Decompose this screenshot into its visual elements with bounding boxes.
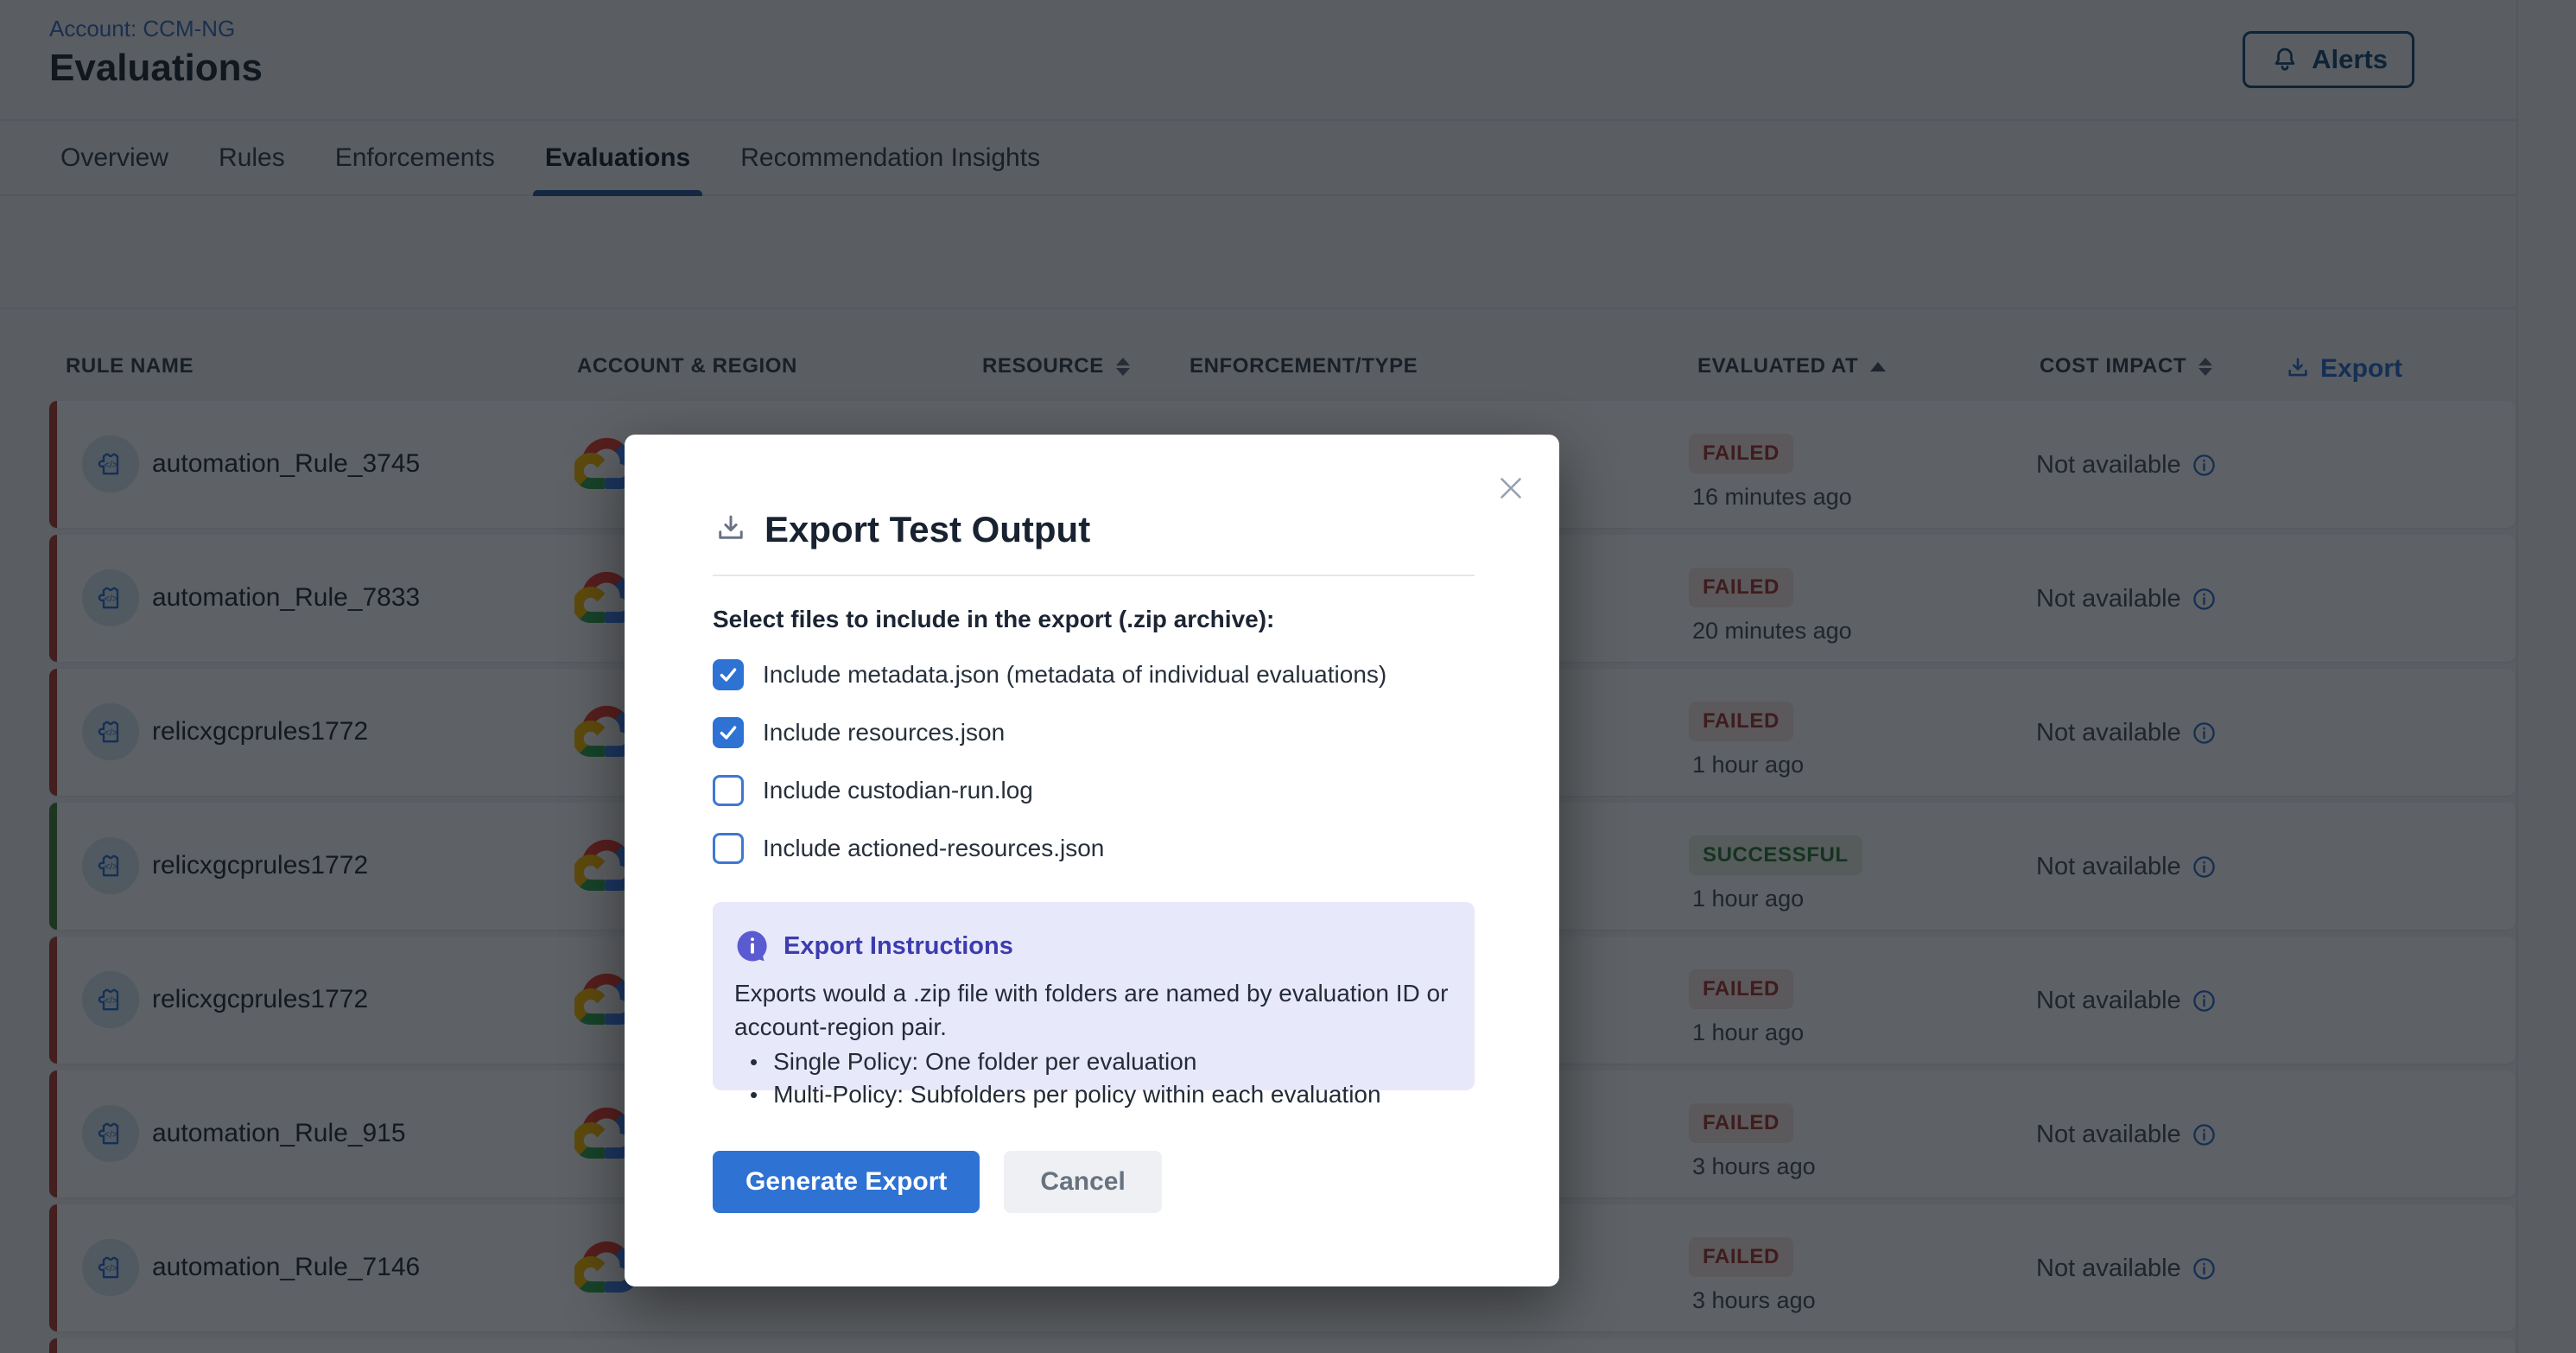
checkbox-checked-icon[interactable] xyxy=(713,659,744,690)
export-option-include-resources-json[interactable]: Include resources.json xyxy=(713,717,1475,748)
instruction-bullet: • Multi-Policy: Subfolders per policy wit… xyxy=(734,1078,1450,1111)
modal-actions: Generate Export Cancel xyxy=(713,1151,1475,1213)
export-option-label: Include metadata.json (metadata of indiv… xyxy=(763,661,1386,689)
export-instructions-bullets: • Single Policy: One folder per evaluatio… xyxy=(734,1045,1450,1111)
export-instructions-box: Export Instructions Exports would a .zip… xyxy=(713,902,1475,1090)
export-instructions-header: Export Instructions xyxy=(734,928,1450,964)
export-option-include-actioned-resources-json[interactable]: Include actioned-resources.json xyxy=(713,833,1475,864)
export-file-options: Include metadata.json (metadata of indiv… xyxy=(713,659,1475,864)
export-instructions-body: Exports would a .zip file with folders a… xyxy=(734,976,1451,1044)
export-instructions-title: Export Instructions xyxy=(784,932,1013,961)
instruction-bullet: • Single Policy: One folder per evaluatio… xyxy=(734,1045,1450,1078)
checkbox-unchecked-icon[interactable] xyxy=(713,775,744,806)
generate-export-button[interactable]: Generate Export xyxy=(713,1151,980,1213)
bullet-dot: • xyxy=(750,1045,758,1078)
cancel-button[interactable]: Cancel xyxy=(1004,1151,1161,1213)
modal-close-button[interactable] xyxy=(1492,469,1530,507)
export-test-output-modal: Export Test Output Select files to inclu… xyxy=(625,435,1559,1286)
close-icon xyxy=(1493,470,1529,506)
modal-title: Export Test Output xyxy=(765,509,1090,550)
modal-title-row: Export Test Output xyxy=(713,509,1475,550)
bullet-dot: • xyxy=(750,1078,758,1111)
export-option-label: Include custodian-run.log xyxy=(763,777,1033,804)
export-option-label: Include actioned-resources.json xyxy=(763,835,1104,862)
checkbox-checked-icon[interactable] xyxy=(713,717,744,748)
export-option-label: Include resources.json xyxy=(763,719,1005,746)
select-files-label: Select files to include in the export (.… xyxy=(713,606,1475,633)
info-bubble-icon xyxy=(734,928,771,964)
bullet-text: Multi-Policy: Subfolders per policy with… xyxy=(773,1078,1380,1111)
modal-divider xyxy=(713,575,1475,576)
checkbox-unchecked-icon[interactable] xyxy=(713,833,744,864)
export-option-include-metadata-json-metadata-of-individual-evaluations[interactable]: Include metadata.json (metadata of indiv… xyxy=(713,659,1475,690)
export-option-include-custodian-run-log[interactable]: Include custodian-run.log xyxy=(713,775,1475,806)
download-icon xyxy=(713,511,749,548)
bullet-text: Single Policy: One folder per evaluation xyxy=(773,1045,1196,1078)
